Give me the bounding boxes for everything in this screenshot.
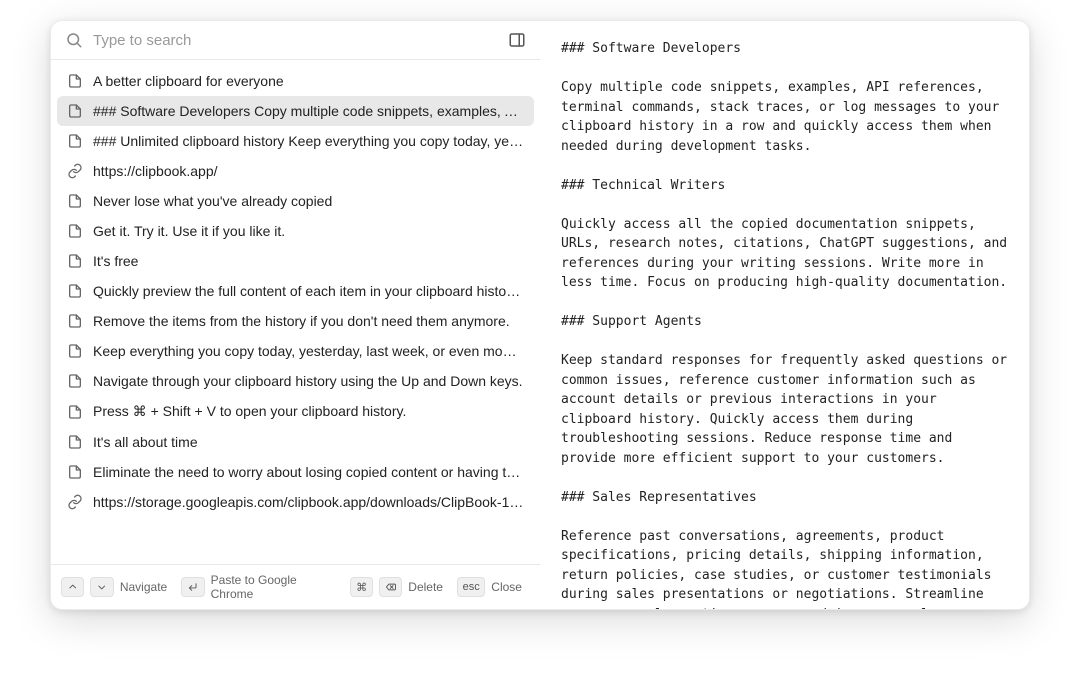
app-window: A better clipboard for everyone ### Softw…: [50, 20, 1030, 610]
document-icon: [67, 373, 83, 389]
list-item[interactable]: Never lose what you've already copied: [57, 186, 534, 216]
list-item-text: Press ⌘ + Shift + V to open your clipboa…: [93, 403, 406, 420]
list-item[interactable]: Navigate through your clipboard history …: [57, 366, 534, 396]
list-item[interactable]: ### Unlimited clipboard history Keep eve…: [57, 126, 534, 156]
search-input[interactable]: [93, 32, 498, 49]
document-icon: [67, 464, 83, 480]
document-icon: [67, 313, 83, 329]
down-key-icon: [90, 577, 113, 597]
document-icon: [67, 133, 83, 149]
list-item[interactable]: Eliminate the need to worry about losing…: [57, 457, 534, 487]
list-item[interactable]: It's all about time: [57, 427, 534, 457]
document-icon: [67, 404, 83, 420]
search-bar: [51, 21, 540, 60]
list-item-text: Get it. Try it. Use it if you like it.: [93, 223, 285, 239]
document-icon: [67, 193, 83, 209]
list-item[interactable]: A better clipboard for everyone: [57, 66, 534, 96]
list-item-text: Keep everything you copy today, yesterda…: [93, 343, 524, 359]
list-item[interactable]: ### Software Developers Copy multiple co…: [57, 96, 534, 126]
list-item-text: ### Unlimited clipboard history Keep eve…: [93, 133, 524, 149]
footer-bar: Navigate Paste to Google Chrome ⌘ Delete…: [51, 564, 540, 609]
list-item-text: Navigate through your clipboard history …: [93, 373, 523, 389]
list-item[interactable]: Keep everything you copy today, yesterda…: [57, 336, 534, 366]
document-icon: [67, 103, 83, 119]
link-icon: [67, 494, 83, 510]
esc-key-icon: esc: [457, 577, 485, 597]
list-item[interactable]: Press ⌘ + Shift + V to open your clipboa…: [57, 396, 534, 427]
list-item[interactable]: https://storage.googleapis.com/clipbook.…: [57, 487, 534, 517]
list-item-text: Never lose what you've already copied: [93, 193, 332, 209]
document-icon: [67, 73, 83, 89]
delete-label: Delete: [408, 580, 443, 594]
history-list: A better clipboard for everyone ### Softw…: [51, 60, 540, 564]
document-icon: [67, 223, 83, 239]
enter-key-icon: [181, 577, 204, 597]
up-key-icon: [61, 577, 84, 597]
backspace-key-icon: [379, 577, 402, 597]
navigate-label: Navigate: [120, 580, 167, 594]
list-item-text: https://storage.googleapis.com/clipbook.…: [93, 494, 524, 510]
close-label: Close: [491, 580, 522, 594]
link-icon: [67, 163, 83, 179]
list-item-text: Remove the items from the history if you…: [93, 313, 510, 329]
panel-toggle-icon[interactable]: [508, 31, 526, 49]
list-item-text: https://clipbook.app/: [93, 163, 218, 179]
list-item-text: Quickly preview the full content of each…: [93, 283, 524, 299]
search-icon: [65, 31, 83, 49]
list-item-text: It's all about time: [93, 434, 198, 450]
document-icon: [67, 253, 83, 269]
list-item-text: ### Software Developers Copy multiple co…: [93, 103, 524, 119]
paste-label: Paste to Google Chrome: [211, 573, 337, 601]
list-item-text: A better clipboard for everyone: [93, 73, 284, 89]
document-icon: [67, 283, 83, 299]
left-pane: A better clipboard for everyone ### Softw…: [51, 21, 541, 609]
document-icon: [67, 343, 83, 359]
list-item-text: Eliminate the need to worry about losing…: [93, 464, 524, 480]
list-item[interactable]: https://clipbook.app/: [57, 156, 534, 186]
list-item-text: It's free: [93, 253, 138, 269]
list-item[interactable]: Remove the items from the history if you…: [57, 306, 534, 336]
document-icon: [67, 434, 83, 450]
list-item[interactable]: Quickly preview the full content of each…: [57, 276, 534, 306]
list-item[interactable]: Get it. Try it. Use it if you like it.: [57, 216, 534, 246]
preview-pane: ### Software Developers Copy multiple co…: [541, 21, 1029, 609]
list-item[interactable]: It's free: [57, 246, 534, 276]
cmd-key-icon: ⌘: [350, 577, 372, 597]
